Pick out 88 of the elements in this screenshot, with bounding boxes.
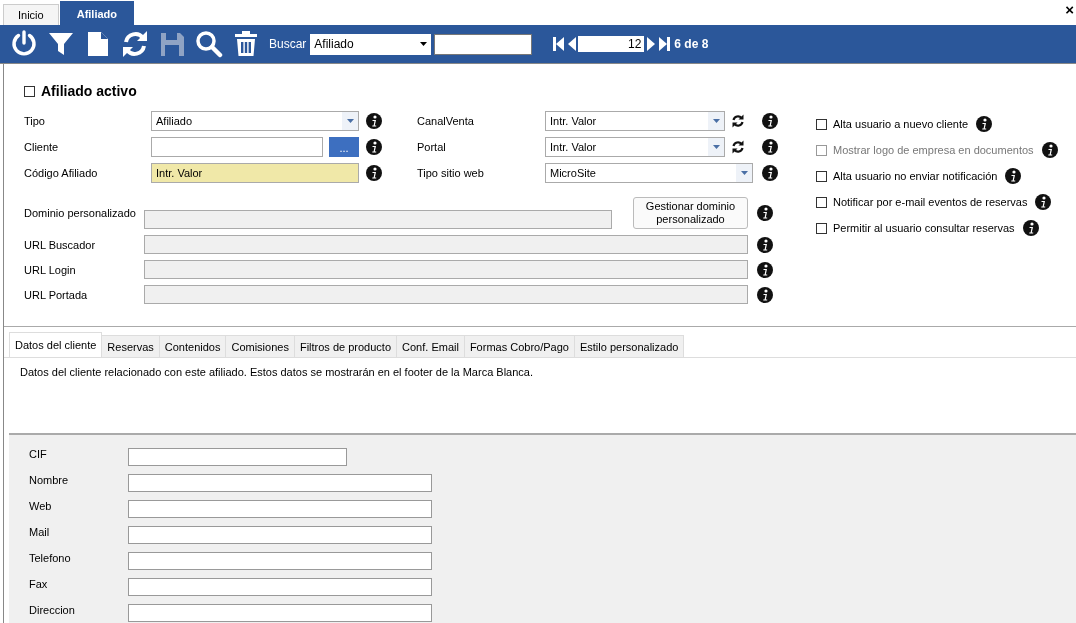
caret-icon [712, 119, 720, 123]
info-icon[interactable] [757, 205, 773, 221]
input-field[interactable] [128, 526, 432, 544]
checkbox[interactable] [816, 170, 827, 182]
info-icon[interactable] [976, 116, 993, 132]
checkbox[interactable] [24, 85, 35, 97]
tab[interactable]: Comisiones [226, 335, 295, 357]
input-field[interactable] [128, 474, 432, 492]
caret-icon [346, 119, 354, 123]
checkbox-label: Permitir al usuario consultar reservas [833, 222, 1015, 234]
info-icon[interactable] [757, 286, 773, 303]
info-icon[interactable] [1005, 168, 1022, 184]
field-label: Dominio personalizado [24, 207, 137, 219]
checkbox-label: Notificar por e-mail eventos de reservas [833, 196, 1028, 208]
field-label: CanalVenta [417, 115, 475, 127]
field-label: Cliente [24, 141, 60, 153]
field-label: Nombre [29, 474, 70, 486]
caret-icon [740, 171, 748, 175]
tab[interactable]: Contenidos [159, 335, 227, 357]
field-label: Web [29, 500, 53, 512]
input-field[interactable] [128, 448, 347, 466]
field-label: Direccion [29, 604, 76, 616]
info-icon[interactable] [1022, 220, 1039, 236]
filter-icon[interactable] [47, 30, 75, 58]
info-icon[interactable] [1035, 194, 1052, 210]
lookup-button[interactable]: ... [329, 137, 359, 157]
dropdown[interactable]: Intr. Valor [545, 137, 725, 157]
input-field[interactable] [128, 604, 432, 622]
checkbox[interactable] [816, 118, 827, 130]
field-label: Telefono [29, 552, 72, 564]
dropdown[interactable]: Afiliado [151, 111, 359, 131]
refresh-icon[interactable] [731, 140, 745, 154]
search-field[interactable] [434, 33, 533, 55]
field-label: Mail [29, 526, 51, 538]
info-icon[interactable] [757, 236, 773, 253]
info-icon[interactable] [366, 139, 382, 155]
info-icon[interactable] [1041, 142, 1058, 158]
tab[interactable]: Filtros de producto [294, 335, 398, 357]
search-icon[interactable] [195, 30, 223, 58]
tab[interactable]: Datos del cliente [9, 332, 103, 357]
tab[interactable]: Estilo personalizado [574, 335, 685, 357]
input-field[interactable] [128, 552, 432, 570]
field-label: Fax [29, 578, 49, 590]
dropdown[interactable]: Intr. Valor [545, 111, 725, 131]
last-record-icon[interactable] [658, 36, 671, 52]
close-button[interactable]: × [1065, 4, 1074, 16]
checkbox-label: Afiliado activo [41, 83, 137, 99]
checkbox[interactable] [816, 222, 827, 234]
info-icon[interactable] [366, 165, 382, 181]
checkbox-label: Alta usuario no enviar notificación [833, 170, 998, 182]
tab[interactable]: Afiliado [59, 1, 135, 25]
caret-icon [420, 42, 428, 46]
field-label: CIF [29, 448, 48, 460]
trash-icon[interactable] [232, 30, 260, 58]
field-label: Código Afiliado [24, 167, 99, 179]
first-record-icon[interactable] [553, 36, 566, 52]
field-label: Portal [417, 141, 447, 153]
checkbox[interactable] [816, 196, 827, 208]
refresh-icon[interactable] [121, 30, 149, 58]
description-text: Datos del cliente relacionado con este afiliado. Estos datos se mostrarán en el footer de la Marca Blanca. [20, 366, 533, 378]
search-label: Buscar [269, 37, 307, 51]
manage-domain-button[interactable]: Gestionar dominio personalizado [633, 197, 748, 229]
checkbox-label: Alta usuario a nuevo cliente [833, 118, 969, 130]
info-icon[interactable] [762, 165, 778, 181]
info-icon[interactable] [762, 139, 778, 155]
info-icon[interactable] [757, 261, 773, 278]
search-type-dropdown[interactable]: Afiliado [310, 33, 432, 55]
tab[interactable]: Formas Cobro/Pago [464, 335, 575, 357]
tab[interactable]: Conf. Email [397, 335, 465, 357]
info-icon[interactable] [366, 113, 382, 129]
tab[interactable]: Inicio [3, 4, 59, 25]
checkbox-label: Mostrar logo de empresa en documentos [833, 144, 1034, 156]
info-icon[interactable] [762, 113, 778, 129]
field-label: Tipo [24, 115, 46, 127]
caret-icon [712, 145, 720, 149]
field-label: URL Portada [24, 288, 89, 301]
input-field[interactable] [151, 137, 323, 157]
field-label: URL Login [24, 263, 77, 276]
refresh-icon[interactable] [731, 114, 745, 128]
tab[interactable]: Reservas [102, 335, 160, 357]
dropdown[interactable]: MicroSite [545, 163, 753, 183]
power-icon[interactable] [10, 30, 38, 58]
input-field[interactable] [128, 500, 432, 518]
field-label: Tipo sitio web [417, 167, 485, 179]
record-counter: 6 de 8 [674, 37, 709, 51]
input-field[interactable] [128, 578, 432, 596]
field-label: URL Buscador [24, 238, 97, 251]
input-field[interactable]: Intr. Valor [151, 163, 359, 183]
